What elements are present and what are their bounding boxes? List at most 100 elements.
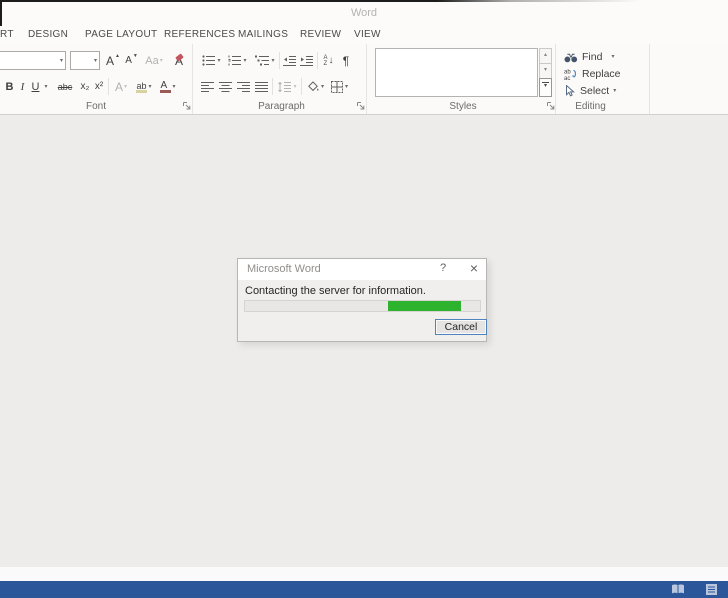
strikethrough-button[interactable]: abc bbox=[53, 77, 77, 96]
bold-icon: B bbox=[6, 81, 14, 93]
strikethrough-icon: abc bbox=[58, 82, 73, 92]
window-top-border bbox=[0, 0, 728, 2]
justify-button[interactable] bbox=[254, 77, 270, 96]
tab-mailings[interactable]: MAILINGS bbox=[238, 29, 288, 40]
font-dialog-launcher[interactable] bbox=[183, 102, 192, 111]
clear-formatting-button[interactable]: A bbox=[169, 51, 189, 70]
print-layout-button[interactable] bbox=[705, 584, 719, 595]
font-group-label: Font bbox=[0, 101, 192, 112]
tab-references[interactable]: REFERENCES bbox=[164, 29, 235, 40]
font-color-button[interactable]: A ▾ bbox=[157, 77, 179, 96]
chevron-down-icon: ▾ bbox=[293, 84, 296, 90]
scrollbar-strip bbox=[0, 567, 728, 581]
title-bar: Word bbox=[0, 0, 728, 26]
increase-indent-icon bbox=[300, 55, 314, 67]
shrink-font-button[interactable]: A▼ bbox=[123, 51, 140, 70]
chevron-down-icon: ▾ bbox=[271, 58, 274, 64]
help-button[interactable]: ? bbox=[436, 262, 450, 274]
styles-gallery[interactable] bbox=[375, 48, 538, 97]
chevron-down-icon: ▾ bbox=[321, 84, 324, 90]
chevron-down-icon: ▾ bbox=[172, 84, 175, 90]
numbering-button[interactable]: ▾ bbox=[226, 51, 249, 70]
bullets-icon bbox=[202, 55, 216, 66]
subscript-icon: x₂ bbox=[81, 81, 90, 92]
font-size-combobox[interactable]: ▾ bbox=[70, 51, 100, 70]
styles-group-label: Styles bbox=[371, 101, 555, 112]
progress-dialog: Microsoft Word ? × Contacting the server… bbox=[237, 258, 487, 342]
paragraph-dialog-launcher[interactable] bbox=[357, 102, 366, 111]
justify-icon bbox=[255, 81, 269, 93]
sort-arrow-icon: ↓ bbox=[329, 55, 334, 66]
text-effects-button[interactable]: A▾ bbox=[111, 77, 131, 96]
superscript-button[interactable]: x² bbox=[92, 77, 106, 96]
cancel-button[interactable]: Cancel bbox=[435, 319, 487, 335]
bullets-button[interactable]: ▾ bbox=[200, 51, 223, 70]
gallery-scroll-down-button[interactable]: ▾ bbox=[539, 63, 552, 79]
show-hide-pilcrow-button[interactable]: ¶ bbox=[340, 51, 352, 70]
borders-button[interactable]: ▾ bbox=[328, 77, 351, 96]
tab-page-layout[interactable]: PAGE LAYOUT bbox=[85, 29, 157, 40]
up-mark-icon: ▲ bbox=[115, 54, 120, 59]
tab-review[interactable]: REVIEW bbox=[300, 29, 341, 40]
dialog-title-bar[interactable]: Microsoft Word ? × bbox=[238, 259, 486, 280]
align-left-button[interactable] bbox=[200, 77, 216, 96]
underline-button[interactable]: U bbox=[29, 77, 42, 96]
dialog-message: Contacting the server for information. bbox=[245, 285, 426, 297]
tab-design[interactable]: DESIGN bbox=[28, 29, 68, 40]
editing-group-label: Editing bbox=[558, 101, 623, 112]
superscript-icon: x² bbox=[95, 81, 103, 92]
select-button[interactable]: Select ▾ bbox=[564, 83, 616, 99]
chevron-down-icon: ▾ bbox=[345, 84, 348, 90]
multilevel-list-button[interactable]: ▾ bbox=[252, 51, 278, 70]
find-button[interactable]: Find ▾ bbox=[564, 49, 614, 65]
styles-dialog-launcher[interactable] bbox=[547, 102, 556, 111]
shrink-font-icon: A bbox=[125, 55, 132, 66]
progress-fill bbox=[388, 301, 461, 311]
highlight-letters: ab bbox=[136, 81, 146, 91]
line-spacing-button[interactable]: ▾ bbox=[275, 77, 300, 96]
subscript-button[interactable]: x₂ bbox=[78, 77, 92, 96]
align-right-button[interactable] bbox=[236, 77, 252, 96]
chevron-down-icon: ▾ bbox=[124, 84, 127, 90]
replace-button[interactable]: abac Replace bbox=[564, 66, 621, 82]
font-name-combobox[interactable]: ▾ bbox=[0, 51, 66, 70]
italic-icon: I bbox=[21, 81, 25, 93]
binoculars-icon bbox=[564, 52, 578, 63]
highlight-color-button[interactable]: ab ▾ bbox=[133, 77, 155, 96]
styles-gallery-scroll: ▴ ▾ ▾ bbox=[539, 48, 552, 97]
underline-dropdown[interactable]: ▾ bbox=[42, 77, 50, 96]
increase-indent-button[interactable] bbox=[299, 51, 315, 70]
change-case-button[interactable]: Aa▾ bbox=[142, 51, 166, 70]
scroll-up-icon: ▴ bbox=[544, 52, 547, 58]
chevron-down-icon: ▾ bbox=[611, 54, 614, 60]
chevron-down-icon: ▾ bbox=[217, 58, 220, 64]
grow-font-button[interactable]: A▲ bbox=[104, 51, 122, 70]
italic-button[interactable]: I bbox=[17, 77, 28, 96]
ribbon-tab-row: RT DESIGN PAGE LAYOUT REFERENCES MAILING… bbox=[0, 26, 728, 44]
align-center-button[interactable] bbox=[218, 77, 234, 96]
decrease-indent-button[interactable] bbox=[282, 51, 298, 70]
more-chevron-icon: ▾ bbox=[540, 84, 551, 88]
paint-bucket-icon bbox=[307, 81, 320, 93]
progress-track bbox=[244, 300, 481, 312]
sort-icon: A Z bbox=[323, 55, 327, 67]
select-cursor-icon bbox=[564, 85, 576, 97]
tab-view[interactable]: VIEW bbox=[354, 29, 381, 40]
close-icon[interactable]: × bbox=[466, 260, 482, 276]
shading-button[interactable]: ▾ bbox=[304, 77, 327, 96]
gallery-more-button[interactable]: ▾ bbox=[539, 78, 552, 97]
scroll-down-icon: ▾ bbox=[544, 67, 547, 73]
underline-icon: U bbox=[32, 81, 40, 93]
align-center-icon bbox=[219, 81, 233, 93]
launcher-icon bbox=[547, 102, 556, 111]
gallery-scroll-up-button[interactable]: ▴ bbox=[539, 48, 552, 64]
bold-button[interactable]: B bbox=[3, 77, 16, 96]
down-mark-icon: ▼ bbox=[133, 54, 138, 59]
borders-icon bbox=[331, 81, 344, 93]
change-case-icon: Aa bbox=[145, 55, 158, 67]
replace-label: Replace bbox=[582, 68, 621, 80]
divider bbox=[272, 78, 273, 95]
sort-button[interactable]: A Z ↓ bbox=[319, 51, 338, 70]
read-mode-button[interactable] bbox=[671, 584, 685, 595]
tab-insert-partial[interactable]: RT bbox=[0, 29, 14, 40]
